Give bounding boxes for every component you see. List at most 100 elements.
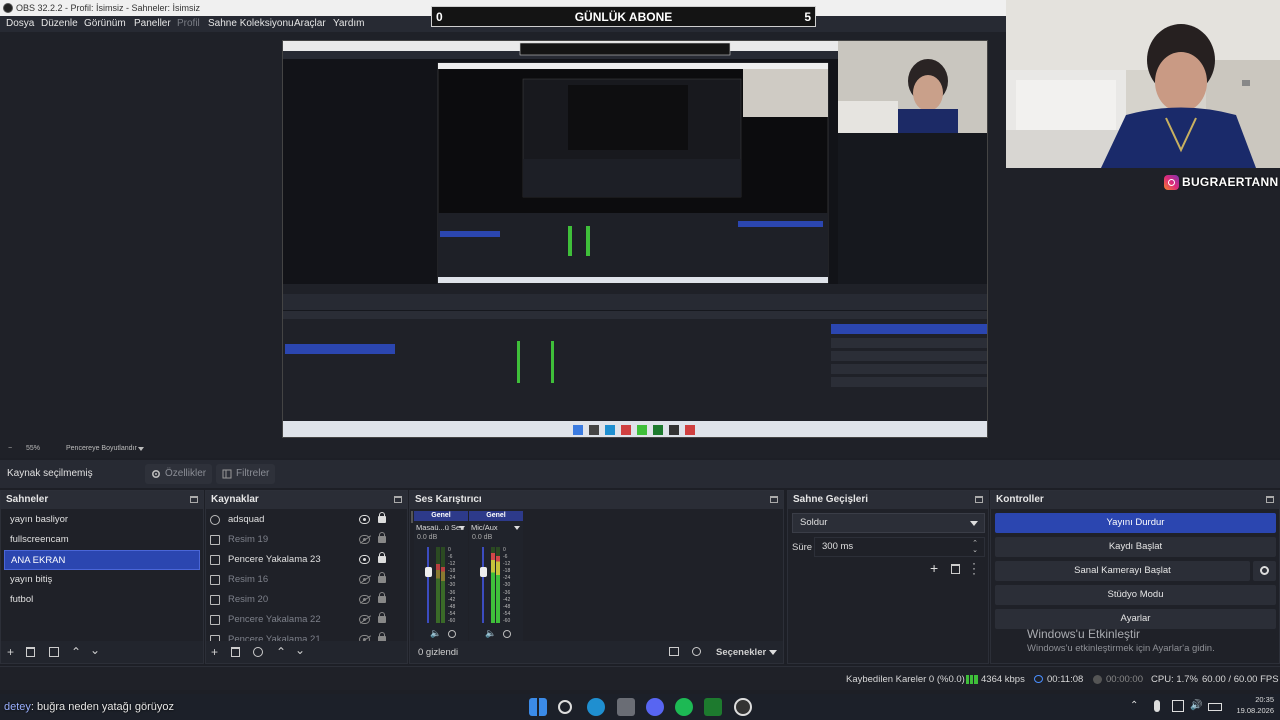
menu-tools[interactable]: Araçlar bbox=[294, 17, 326, 31]
edge-icon[interactable] bbox=[587, 698, 605, 716]
speaker-icon[interactable]: 🔈 bbox=[430, 628, 441, 639]
visibility-hidden-icon[interactable] bbox=[359, 615, 370, 624]
menu-help[interactable]: Yardım bbox=[333, 17, 365, 31]
undock-icon[interactable] bbox=[1266, 496, 1274, 503]
menu-profile[interactable]: Profil bbox=[177, 17, 200, 31]
network-icon[interactable] bbox=[1172, 700, 1184, 712]
undock-icon[interactable] bbox=[394, 496, 402, 503]
volume-icon[interactable]: 🔊 bbox=[1190, 700, 1202, 712]
zoom-mode[interactable]: Pencereye Boyutlandır bbox=[66, 445, 137, 452]
scene-item[interactable]: futbol bbox=[4, 590, 200, 610]
sources-footer: + ⌃ ⌄ bbox=[206, 641, 407, 663]
volume-slider-knob[interactable] bbox=[480, 567, 487, 577]
obs-logo-icon bbox=[3, 3, 13, 13]
spotify-icon[interactable] bbox=[675, 698, 693, 716]
visibility-hidden-icon[interactable] bbox=[359, 535, 370, 544]
move-source-up-icon[interactable]: ⌃ bbox=[276, 645, 286, 659]
volume-slider[interactable] bbox=[427, 547, 429, 623]
source-item[interactable]: Resim 19 bbox=[206, 530, 407, 550]
move-scene-down-icon[interactable]: ⌄ bbox=[90, 643, 100, 657]
speaker-icon[interactable]: 🔈 bbox=[485, 628, 496, 639]
source-item[interactable]: Resim 16 bbox=[206, 570, 407, 590]
obs-taskbar-icon[interactable] bbox=[734, 698, 752, 716]
zoom-dropdown-icon[interactable] bbox=[138, 447, 144, 451]
remove-source-icon[interactable] bbox=[231, 647, 240, 657]
scene-item-selected[interactable]: ANA EKRAN bbox=[4, 550, 200, 570]
menu-edit[interactable]: Düzenle bbox=[41, 17, 78, 31]
start-icon[interactable] bbox=[529, 698, 547, 716]
menu-file[interactable]: Dosya bbox=[6, 17, 34, 31]
source-item[interactable]: Pencere Yakalama 22 bbox=[206, 610, 407, 630]
duration-spinbox[interactable]: 300 ms ⌃ ⌄ bbox=[814, 537, 985, 557]
discord-icon[interactable] bbox=[646, 698, 664, 716]
undock-icon[interactable] bbox=[975, 496, 983, 503]
mixer-scrollbar[interactable] bbox=[411, 511, 413, 523]
lock-icon[interactable] bbox=[378, 512, 386, 523]
start-recording-button[interactable]: Kaydı Başlat bbox=[995, 537, 1276, 557]
add-source-icon[interactable]: + bbox=[211, 645, 218, 659]
mixer-options-button[interactable]: Seçenekler bbox=[716, 646, 777, 660]
remove-transition-icon[interactable] bbox=[951, 564, 960, 574]
add-transition-icon[interactable]: + bbox=[930, 560, 938, 576]
scene-item[interactable]: yayın basliyor bbox=[4, 510, 200, 530]
stop-streaming-button[interactable]: Yayını Durdur bbox=[995, 513, 1276, 533]
virtual-camera-settings-button[interactable] bbox=[1253, 561, 1276, 581]
source-name: Pencere Yakalama 23 bbox=[228, 554, 321, 565]
source-item[interactable]: adsquad bbox=[206, 510, 407, 530]
scene-item[interactable]: yayın bitiş bbox=[4, 570, 200, 590]
microphone-icon[interactable] bbox=[1154, 700, 1160, 712]
move-source-down-icon[interactable]: ⌄ bbox=[295, 643, 305, 657]
settings-button[interactable]: Ayarlar bbox=[995, 609, 1276, 629]
channel-settings-icon[interactable] bbox=[503, 630, 511, 638]
add-scene-icon[interactable]: + bbox=[7, 645, 14, 659]
spinbox-arrows-icon[interactable]: ⌃ ⌄ bbox=[972, 540, 978, 554]
zoom-value: 55% bbox=[26, 445, 41, 452]
scene-filters-icon[interactable] bbox=[49, 647, 59, 657]
source-item[interactable]: Pencere Yakalama 23 bbox=[206, 550, 407, 570]
lock-icon[interactable] bbox=[378, 612, 386, 623]
advanced-audio-icon[interactable] bbox=[692, 647, 701, 656]
scene-transitions-title: Sahne Geçişleri bbox=[793, 494, 869, 505]
volume-slider[interactable] bbox=[482, 547, 484, 623]
move-scene-up-icon[interactable]: ⌃ bbox=[71, 645, 81, 659]
source-item[interactable]: Resim 20 bbox=[206, 590, 407, 610]
studio-mode-button[interactable]: Stüdyo Modu bbox=[995, 585, 1276, 605]
lock-icon[interactable] bbox=[378, 572, 386, 583]
preview-canvas[interactable] bbox=[282, 40, 988, 438]
visibility-hidden-icon[interactable] bbox=[359, 575, 370, 584]
zoom-out-button[interactable]: − bbox=[8, 445, 12, 452]
tray-chevron-up-icon[interactable]: ⌃ bbox=[1130, 700, 1142, 712]
visibility-hidden-icon[interactable] bbox=[359, 595, 370, 604]
undock-icon[interactable] bbox=[190, 496, 198, 503]
more-options-icon[interactable]: · · · bbox=[972, 557, 976, 579]
scene-item[interactable]: fullscreencam bbox=[4, 530, 200, 550]
lock-icon[interactable] bbox=[378, 592, 386, 603]
battery-icon[interactable] bbox=[1208, 703, 1222, 711]
menu-view[interactable]: Görünüm bbox=[84, 17, 126, 31]
remove-scene-icon[interactable] bbox=[26, 647, 35, 657]
channel-settings-icon[interactable] bbox=[448, 630, 456, 638]
channel-name-dropdown[interactable]: Masaü...ü Ses bbox=[414, 521, 468, 534]
gear-icon bbox=[1260, 566, 1269, 575]
menu-docks[interactable]: Paneller bbox=[134, 17, 171, 31]
terminal-icon[interactable] bbox=[704, 698, 722, 716]
channel-name-dropdown[interactable]: Mic/Aux bbox=[469, 521, 523, 534]
lock-icon[interactable] bbox=[378, 552, 386, 563]
transition-type-select[interactable]: Soldur bbox=[792, 513, 985, 533]
lock-icon[interactable] bbox=[378, 532, 386, 543]
undock-icon[interactable] bbox=[770, 496, 778, 503]
visibility-eye-icon[interactable] bbox=[359, 555, 370, 564]
system-clock[interactable]: 20:35 19.08.2026 bbox=[1236, 694, 1274, 716]
file-explorer-icon[interactable] bbox=[617, 698, 635, 716]
menu-scene-collection[interactable]: Sahne Koleksiyonu bbox=[208, 17, 294, 31]
filters-button[interactable]: Filtreler bbox=[216, 464, 276, 484]
properties-button[interactable]: Özellikler bbox=[145, 464, 213, 484]
source-properties-gear-icon[interactable] bbox=[253, 647, 263, 657]
search-icon[interactable] bbox=[558, 700, 572, 714]
audio-mixer-title: Ses Karıştırıcı bbox=[415, 494, 482, 505]
visibility-eye-icon[interactable] bbox=[359, 515, 370, 524]
volume-slider-knob[interactable] bbox=[425, 567, 432, 577]
start-virtual-camera-button[interactable]: Sanal Kamerayı Başlat bbox=[995, 561, 1250, 581]
mixer-layout-icon[interactable] bbox=[669, 647, 679, 656]
channel-db-value: 0.0 dB bbox=[472, 534, 493, 541]
